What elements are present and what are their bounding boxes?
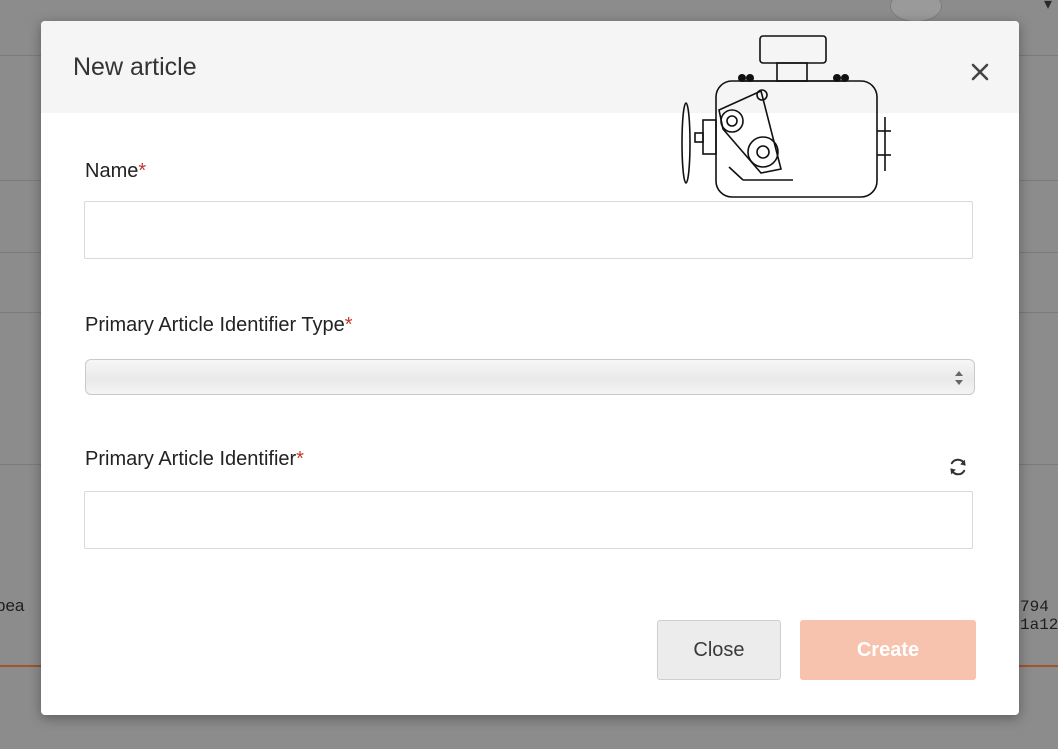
identifier-label-text: Primary Article Identifier <box>85 448 297 470</box>
create-button[interactable]: Create <box>800 620 976 680</box>
identifier-type-select[interactable] <box>85 359 975 395</box>
name-label: Name* <box>85 160 146 183</box>
identifier-type-label-text: Primary Article Identifier Type <box>85 314 345 336</box>
refresh-icon[interactable] <box>947 456 969 478</box>
engine-icon <box>681 35 891 198</box>
select-arrows-icon <box>955 371 963 385</box>
close-icon[interactable] <box>965 57 995 87</box>
identifier-type-label: Primary Article Identifier Type* <box>85 314 353 337</box>
required-marker: * <box>138 160 147 182</box>
background-row-id-line1: 794 <box>1020 598 1049 616</box>
background-row-text: bea <box>0 596 25 615</box>
identifier-label: Primary Article Identifier* <box>85 448 304 471</box>
avatar <box>890 0 942 22</box>
new-article-dialog: New article Name* Primary Article Identi… <box>41 21 1019 715</box>
name-label-text: Name <box>85 160 139 182</box>
dialog-title: New article <box>73 53 197 81</box>
required-marker: * <box>344 314 353 336</box>
identifier-field[interactable] <box>84 491 973 549</box>
background-row-id-line2: 1a12 <box>1020 616 1058 634</box>
name-field[interactable] <box>84 201 973 259</box>
required-marker: * <box>296 448 304 470</box>
caret-icon: ▾ <box>1044 0 1053 13</box>
close-button[interactable]: Close <box>657 620 781 680</box>
